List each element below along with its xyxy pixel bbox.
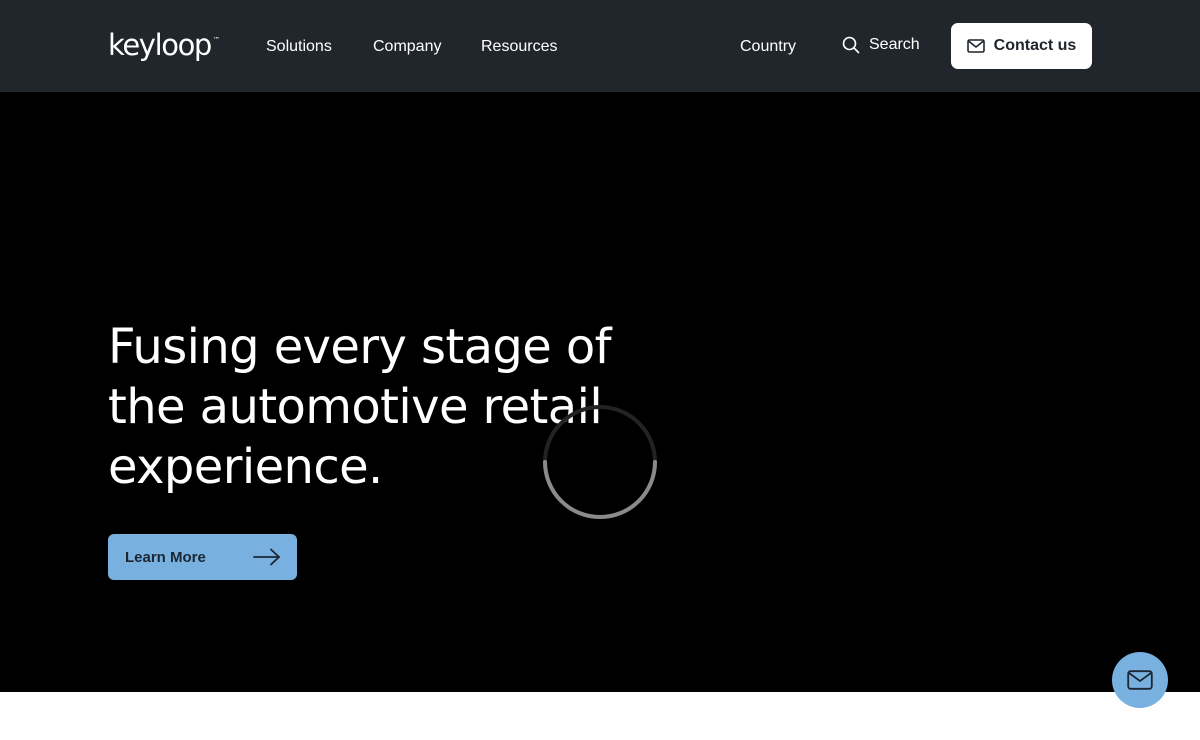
hero-title-line: Fusing every stage of xyxy=(108,319,612,375)
mail-icon xyxy=(966,39,985,53)
nav-item-solutions[interactable]: Solutions xyxy=(266,37,332,57)
search-icon xyxy=(842,36,860,54)
logo-wordmark: keyloop xyxy=(108,28,212,62)
floating-contact-button[interactable] xyxy=(1112,652,1168,708)
arrow-right-icon xyxy=(253,548,280,566)
nav-item-resources[interactable]: Resources xyxy=(481,37,557,57)
search-button[interactable]: Search xyxy=(842,34,920,56)
content-section-top xyxy=(0,692,1200,740)
site-header: keyloop ™ Solutions Company Resources Co… xyxy=(0,0,1200,92)
contact-us-label: Contact us xyxy=(993,37,1077,54)
nav-item-company[interactable]: Company xyxy=(373,37,441,57)
hero-title-line: the automotive retail xyxy=(108,379,603,435)
country-selector[interactable]: Country xyxy=(740,37,796,57)
loading-spinner-icon xyxy=(543,405,657,519)
learn-more-label: Learn More xyxy=(125,548,206,566)
hero-section: Fusing every stage of the automotive ret… xyxy=(0,92,1200,692)
hero-title: Fusing every stage of the automotive ret… xyxy=(108,317,612,497)
search-label: Search xyxy=(869,36,920,53)
learn-more-button[interactable]: Learn More xyxy=(108,534,297,580)
mail-icon xyxy=(1127,670,1153,690)
contact-us-button[interactable]: Contact us xyxy=(951,23,1092,69)
keyloop-logo[interactable]: keyloop ™ xyxy=(108,28,220,62)
hero-title-line: experience. xyxy=(108,439,383,495)
logo-trademark: ™ xyxy=(212,36,220,44)
